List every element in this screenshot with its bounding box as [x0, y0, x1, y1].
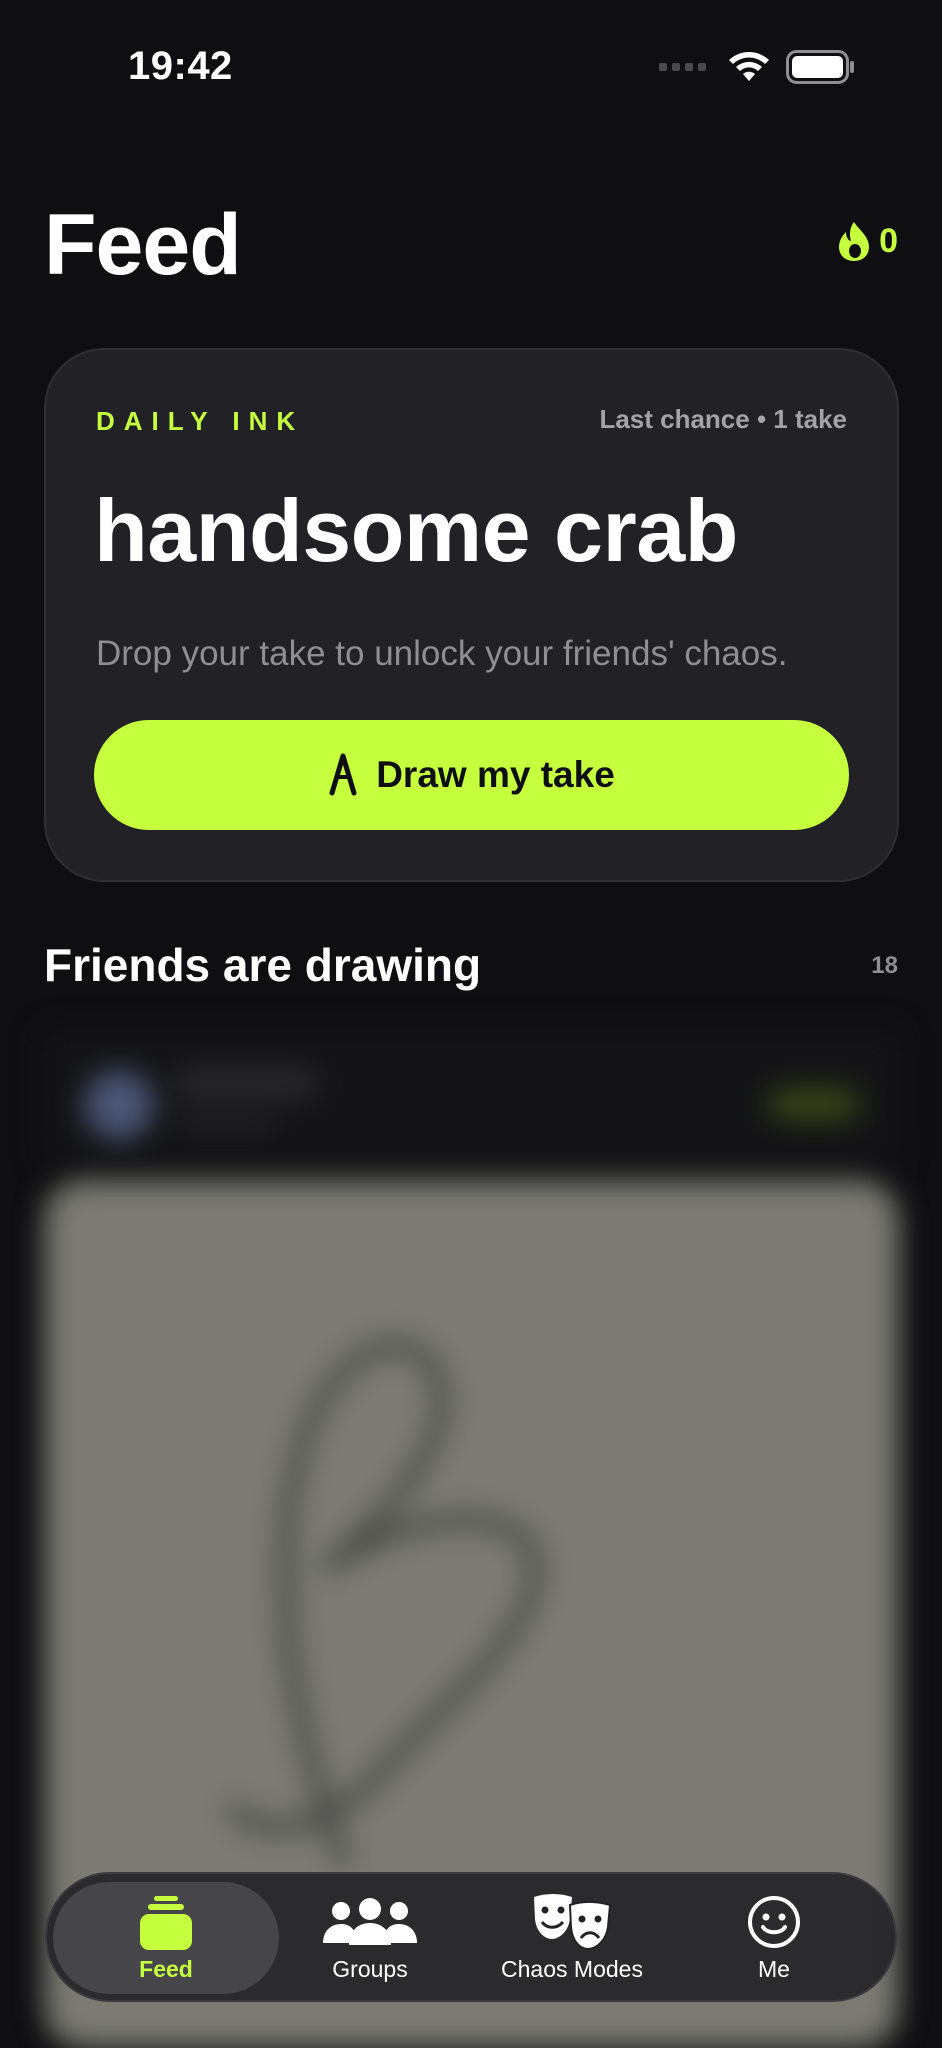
theater-masks-icon [530, 1893, 614, 1950]
daily-ink-label: DAILY INK [96, 406, 305, 436]
flame-icon [839, 222, 870, 261]
cellular-signal-icon [659, 63, 706, 71]
wifi-icon [729, 52, 769, 81]
page-title: Feed [44, 197, 242, 293]
status-time: 19:42 [128, 44, 233, 88]
post-tag-placeholder [769, 1090, 859, 1118]
post-header [44, 1030, 899, 1160]
tab-groups[interactable]: Groups [257, 1882, 483, 1994]
status-indicators [659, 50, 856, 84]
pen-nib-icon [329, 753, 357, 796]
tab-feed[interactable]: Feed [53, 1882, 279, 1994]
feed-screen: 19:42 Feed 0 DAILY INK Last chance • 1 t… [0, 0, 942, 2048]
daily-prompt: handsome crab [94, 481, 738, 580]
daily-ink-card: DAILY INK Last chance • 1 take handsome … [44, 348, 899, 882]
friends-section-title: Friends are drawing [44, 939, 482, 991]
friends-count: 18 [871, 952, 898, 979]
battery-icon [786, 50, 854, 84]
streak-counter[interactable]: 0 [837, 220, 898, 262]
daily-subtitle: Drop your take to unlock your friends' c… [96, 634, 788, 673]
draw-my-take-label: Draw my take [376, 754, 615, 795]
streak-count: 0 [879, 221, 898, 260]
tab-groups-label: Groups [332, 1955, 408, 1982]
tab-me-label: Me [758, 1955, 790, 1982]
post-time-placeholder [176, 1114, 276, 1132]
tab-chaos-modes-label: Chaos Modes [501, 1955, 643, 1982]
tab-me[interactable]: Me [661, 1882, 887, 1994]
avatar [84, 1070, 154, 1140]
post-author-placeholder [176, 1070, 316, 1096]
people-icon [323, 1894, 417, 1950]
draw-my-take-button[interactable]: Draw my take [94, 720, 849, 830]
tab-feed-label: Feed [139, 1955, 193, 1982]
stack-icon [140, 1894, 192, 1950]
tab-chaos-modes[interactable]: Chaos Modes [459, 1882, 685, 1994]
smiley-icon [747, 1894, 801, 1950]
tab-bar: Feed Groups Chaos Modes Me [45, 1872, 897, 2002]
daily-ink-meta: Last chance • 1 take [599, 404, 847, 434]
